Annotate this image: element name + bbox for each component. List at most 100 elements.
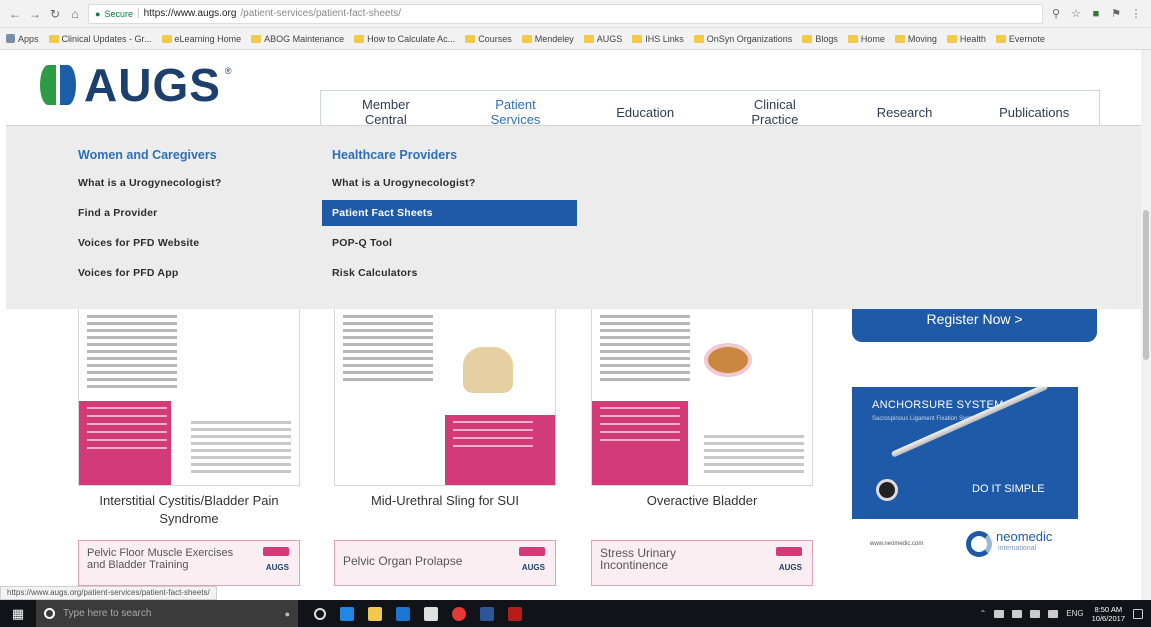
star-icon[interactable]: ☆	[1069, 7, 1083, 20]
nav-tab-education[interactable]: Education	[580, 91, 710, 126]
thumb-augs-logo: AUGS	[521, 563, 545, 572]
bookmark-item[interactable]: Home	[847, 34, 885, 44]
edge-icon[interactable]	[340, 606, 354, 621]
thumb-augs-logo: AUGS	[265, 563, 289, 572]
menu-item-what-is-urogynecologist[interactable]: What is a Urogynecologist?	[78, 176, 221, 206]
menu-item-voices-pfd-app[interactable]: Voices for PFD App	[78, 266, 221, 296]
separator: |	[136, 8, 140, 19]
fact-sheet-caption[interactable]: Mid-Urethral Sling for SUI	[325, 492, 565, 510]
ad-device-knob	[876, 479, 898, 501]
nav-tab-label: Research	[876, 105, 933, 120]
dropdown-col-women-caregivers: Women and Caregivers What is a Urogyneco…	[78, 148, 221, 296]
keyboard-icon[interactable]	[1048, 609, 1059, 618]
microphone-icon[interactable]: ●	[285, 609, 290, 619]
bookmark-item[interactable]: IHS Links	[632, 34, 684, 44]
word-icon[interactable]	[480, 606, 494, 621]
screen: ← → ↻ ⌂ ● Secure | https://www.augs.org /…	[0, 0, 1151, 627]
fact-sheet-ic-bps[interactable]	[78, 306, 300, 486]
nav-tab-member-central[interactable]: Member Central	[321, 91, 451, 127]
clock[interactable]: 8:50 AM 10/6/2017	[1092, 605, 1125, 623]
page-scrollbar[interactable]	[1141, 50, 1151, 600]
windows-start-icon[interactable]: ▦	[0, 606, 36, 622]
bookmark-item[interactable]: eLearning Home	[161, 34, 241, 44]
menu-item-risk-calculators[interactable]: Risk Calculators	[332, 266, 577, 296]
folder-icon	[802, 34, 813, 43]
ie-icon[interactable]	[396, 606, 410, 621]
bookmark-item[interactable]: Health	[946, 34, 986, 44]
battery-icon[interactable]	[994, 609, 1005, 618]
acrobat-icon[interactable]	[508, 606, 522, 621]
key-icon[interactable]: ⚲	[1049, 7, 1063, 20]
nav-tab-patient-services[interactable]: Patient Services	[451, 91, 581, 127]
bookmark-label: How to Calculate Ac...	[367, 33, 456, 44]
bookmark-item[interactable]: Clinical Updates - Gr...	[48, 34, 152, 44]
anchorsure-ad-banner[interactable]: ANCHORSURE SYSTEM Sacrospinous Ligament …	[852, 387, 1078, 571]
mail-icon[interactable]	[424, 606, 438, 621]
fact-sheet-caption[interactable]: Overactive Bladder	[582, 492, 822, 510]
bookmark-item[interactable]: ABOG Maintenance	[251, 34, 344, 44]
status-bar-url: https://www.augs.org/patient-services/pa…	[0, 586, 217, 600]
dropdown-heading[interactable]: Healthcare Providers	[332, 148, 577, 162]
augs-logo[interactable]: AUGS ®	[40, 58, 232, 112]
fact-sheet-thumb-sui[interactable]: Stress Urinary Incontinence AUGS	[591, 540, 813, 586]
ad-device-rod	[890, 387, 1049, 458]
windows-taskbar: ▦ Type here to search ● ⌃ ENG 8:50 AM 10…	[0, 600, 1151, 627]
back-icon[interactable]: ←	[8, 7, 22, 21]
thumb-badge	[263, 547, 289, 556]
reload-icon[interactable]: ↻	[48, 7, 62, 21]
menu-item-voices-pfd-website[interactable]: Voices for PFD Website	[78, 236, 221, 266]
sheet-pink-panel	[592, 401, 688, 485]
menu-item-find-provider[interactable]: Find a Provider	[78, 206, 221, 236]
file-explorer-icon[interactable]	[368, 606, 382, 621]
bookmark-item[interactable]: Apps	[6, 34, 39, 44]
bookmark-item[interactable]: AUGS	[583, 34, 622, 44]
scrollbar-thumb[interactable]	[1143, 210, 1149, 360]
network-icon[interactable]	[1012, 609, 1023, 618]
extension-icon[interactable]: ⚑	[1109, 7, 1123, 20]
chevron-up-icon[interactable]: ⌃	[980, 609, 987, 618]
folder-icon	[583, 34, 594, 43]
fact-sheet-overactive-bladder[interactable]	[591, 306, 813, 486]
taskbar-apps	[298, 606, 522, 621]
address-bar[interactable]: ● Secure | https://www.augs.org/patient-…	[88, 3, 1043, 24]
menu-icon[interactable]: ⋮	[1129, 7, 1143, 20]
bookmark-item[interactable]: Mendeley	[521, 34, 574, 44]
bookmark-item[interactable]: Courses	[465, 34, 512, 44]
nav-tab-research[interactable]: Research	[840, 91, 970, 126]
folder-icon	[995, 34, 1006, 43]
bookmark-label: OnSyn Organizations	[706, 33, 793, 44]
fact-sheet-thumb-pelvic-floor[interactable]: Pelvic Floor Muscle Exercises and Bladde…	[78, 540, 300, 586]
nav-tab-publications[interactable]: Publications	[969, 91, 1099, 126]
fact-sheet-thumb-prolapse[interactable]: Pelvic Organ Prolapse AUGS	[334, 540, 556, 586]
menu-item-patient-fact-sheets[interactable]: Patient Fact Sheets	[322, 200, 577, 226]
folder-icon	[251, 34, 262, 43]
home-icon[interactable]: ⌂	[68, 7, 82, 21]
nav-tab-clinical-practice[interactable]: Clinical Practice	[710, 91, 840, 127]
dropdown-heading[interactable]: Women and Caregivers	[78, 148, 221, 162]
bookmark-item[interactable]: Blogs	[802, 34, 838, 44]
chrome-icon[interactable]	[452, 606, 466, 621]
language-indicator[interactable]: ENG	[1066, 609, 1083, 618]
bookmark-item[interactable]: Evernote	[995, 34, 1045, 44]
lock-icon: ●	[95, 8, 101, 19]
task-view-icon[interactable]	[314, 607, 326, 620]
evernote-extension-icon[interactable]: ■	[1089, 8, 1103, 20]
bookmark-item[interactable]: Moving	[894, 34, 937, 44]
fact-sheet-mid-urethral-sling[interactable]	[334, 306, 556, 486]
fact-sheet-caption[interactable]: Interstitial Cystitis/Bladder Pain Syndr…	[69, 492, 309, 528]
menu-item-popq-tool[interactable]: POP-Q Tool	[332, 236, 577, 266]
sheet-text-lines	[343, 315, 433, 385]
ad-tagline: DO IT SIMPLE	[972, 483, 1045, 495]
sheet-text-lines	[87, 315, 177, 392]
action-center-icon[interactable]	[1133, 608, 1143, 619]
bladder-illustration	[704, 343, 752, 377]
ad-brand-sub: international	[998, 545, 1037, 552]
bookmark-item[interactable]: How to Calculate Ac...	[354, 34, 455, 44]
bookmark-item[interactable]: OnSyn Organizations	[693, 33, 793, 44]
url-host: https://www.augs.org	[143, 8, 237, 19]
logo-text: AUGS	[84, 59, 221, 111]
forward-icon[interactable]: →	[28, 7, 42, 21]
volume-icon[interactable]	[1030, 609, 1041, 618]
taskbar-search-box[interactable]: Type here to search ●	[36, 600, 298, 627]
thumb-title: Stress Urinary Incontinence	[600, 546, 677, 572]
